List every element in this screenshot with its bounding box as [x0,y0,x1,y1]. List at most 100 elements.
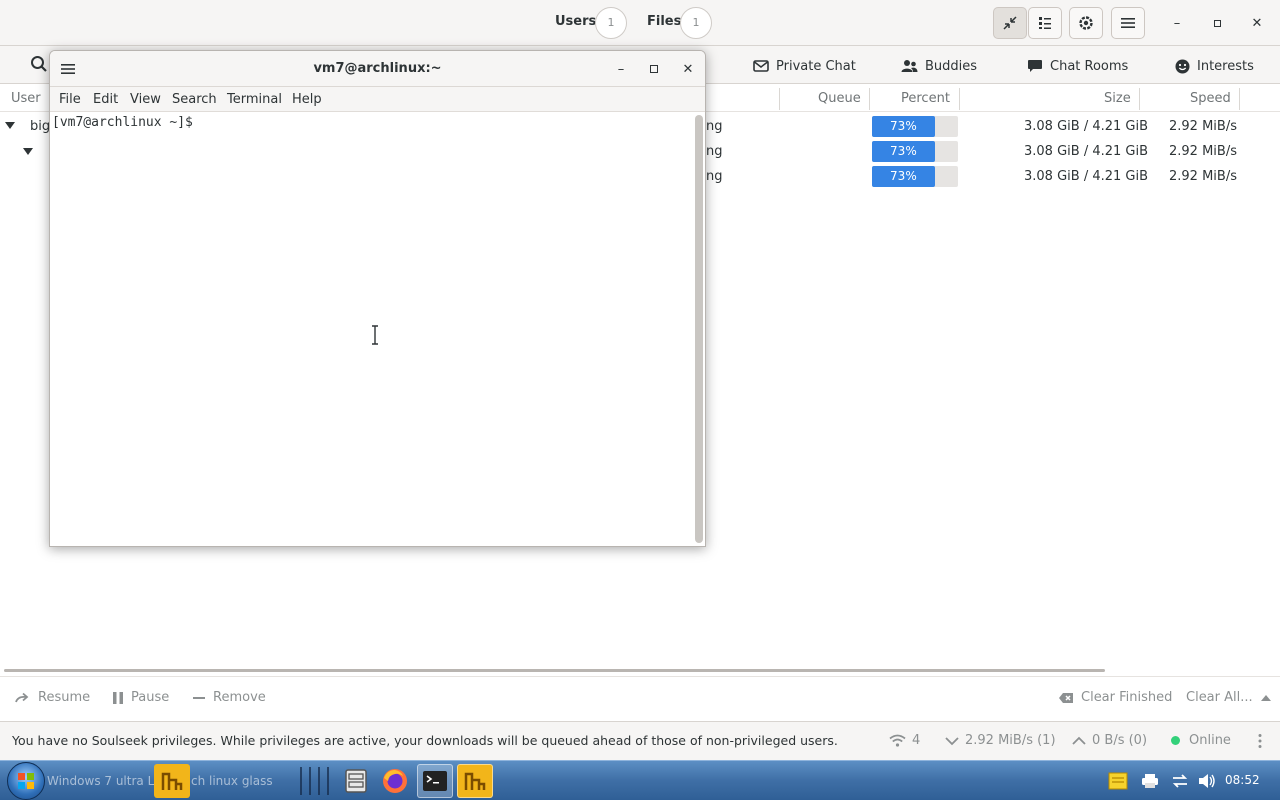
speed-cell: 2.92 MiB/s [1169,119,1237,134]
tab-private-chat[interactable]: Private Chat [753,56,856,76]
remove-label: Remove [213,690,266,705]
tab-label: Interests [1197,58,1254,74]
tab-interests[interactable]: Interests [1175,56,1254,76]
progress-fill: 73% [872,166,935,187]
download-speed-status[interactable]: 2.92 MiB/s (1) [945,733,1056,748]
progress-bar: 73% [872,166,958,187]
status-cell: ng [706,119,723,134]
connections-status[interactable]: 4 [889,733,920,748]
status-bar: You have no Soulseek privileges. While p… [0,721,1280,760]
column-size[interactable]: Size [1104,91,1131,106]
list-view-button[interactable] [1028,7,1062,39]
collapse-button[interactable] [993,7,1027,39]
column-separator [1139,88,1140,110]
taskbar-terminal[interactable] [417,764,453,798]
gear-icon [1079,16,1093,30]
status-menu-button[interactable] [1257,733,1263,753]
taskbar-nicotine[interactable] [457,764,493,798]
chevron-up-icon [1260,694,1271,701]
start-button[interactable] [7,762,45,800]
online-status[interactable]: Online [1171,733,1231,748]
smiley-icon [1175,59,1190,73]
column-separator [869,88,870,110]
taskbar-separator [309,767,311,795]
close-icon: ✕ [682,61,694,77]
terminal-titlebar[interactable]: vm7@archlinux:~ – ✕ [50,51,705,87]
shell-prompt: [vm7@archlinux ~]$ [52,115,193,130]
header-bar: Users 1 Files 1 – ✕ [0,0,1280,46]
taskbar-window-title[interactable]: Windows 7 ultra L [47,774,154,788]
search-button[interactable] [30,55,48,77]
menu-help[interactable]: Help [292,92,322,107]
envelope-icon [753,60,769,72]
progress-bar: 73% [872,141,958,162]
taskbar-file-manager[interactable] [338,764,374,798]
resume-label: Resume [38,690,91,705]
windows-logo-icon [18,773,34,789]
clear-all-button[interactable]: Clear All... [1186,690,1272,705]
status-cell: ng [706,169,723,184]
column-speed[interactable]: Speed [1190,91,1231,106]
terminal-output[interactable]: [vm7@archlinux ~]$ [50,112,705,546]
taskbar-nicotine-ghost[interactable] [154,764,190,798]
menu-file[interactable]: File [59,92,81,107]
horizontal-scrollbar[interactable] [4,669,1105,672]
files-count[interactable]: 1 [680,7,712,39]
upload-speed: 0 B/s (0) [1092,733,1148,748]
menu-edit[interactable]: Edit [93,92,118,107]
column-queue[interactable]: Queue [818,91,861,106]
taskbar-firefox[interactable] [377,764,413,798]
tab-chat-rooms[interactable]: Chat Rooms [1027,56,1128,76]
firefox-icon [383,769,407,793]
main-menu-button[interactable] [1111,7,1145,39]
terminal-maximize-button[interactable] [643,58,665,80]
tray-network[interactable] [1171,773,1189,793]
pause-button[interactable]: Pause [112,690,169,705]
chevron-up-icon [1072,736,1086,745]
upload-speed-status[interactable]: 0 B/s (0) [1072,733,1147,748]
tab-buddies[interactable]: Buddies [901,56,977,76]
online-dot-icon [1171,736,1180,745]
privileges-message: You have no Soulseek privileges. While p… [12,733,838,748]
terminal-menubar: File Edit View Search Terminal Help [50,87,705,112]
terminal-window[interactable]: vm7@archlinux:~ – ✕ File Edit View Searc… [49,50,706,547]
taskbar-separator [300,767,302,795]
maximize-button[interactable] [1206,12,1228,34]
close-icon: ✕ [1251,15,1263,31]
column-percent[interactable]: Percent [901,91,950,106]
nicotine-icon [161,772,183,790]
transfer-action-bar: Resume Pause Remove Clear Finished Clear… [0,676,1280,720]
menu-terminal[interactable]: Terminal [227,92,282,107]
wifi-icon [889,734,906,747]
minus-icon [193,696,205,699]
menu-view[interactable]: View [130,92,161,107]
resume-button[interactable]: Resume [15,690,90,705]
taskbar-separator [318,767,320,795]
clock[interactable]: 08:52 [1225,773,1260,787]
files-label: Files [647,14,682,29]
menu-search[interactable]: Search [172,92,217,107]
kebab-menu-icon [1258,734,1262,748]
column-user[interactable]: User [11,91,41,106]
pause-label: Pause [131,690,170,705]
minimize-button[interactable]: – [1166,12,1188,34]
taskbar-window-title-2[interactable]: ch linux glass [191,774,273,788]
tray-volume[interactable] [1198,773,1216,793]
clear-finished-button[interactable]: Clear Finished [1058,690,1172,705]
terminal-scrollbar[interactable] [695,115,703,543]
close-button[interactable]: ✕ [1246,12,1268,34]
progress-fill: 73% [872,116,935,137]
preferences-button[interactable] [1069,7,1103,39]
taskbar: Windows 7 ultra L ch linux glass 08:52 [0,760,1280,800]
chevron-down-icon [945,736,959,745]
status-cell: ng [706,144,723,159]
remove-button[interactable]: Remove [192,690,266,705]
terminal-minimize-button[interactable]: – [610,58,632,80]
speed-cell: 2.92 MiB/s [1169,144,1237,159]
users-count[interactable]: 1 [595,7,627,39]
tray-printer[interactable] [1141,773,1159,793]
terminal-close-button[interactable]: ✕ [677,58,699,80]
clear-all-label: Clear All... [1186,690,1253,705]
tray-notes[interactable] [1108,772,1128,794]
text-cursor-icon [371,325,379,349]
